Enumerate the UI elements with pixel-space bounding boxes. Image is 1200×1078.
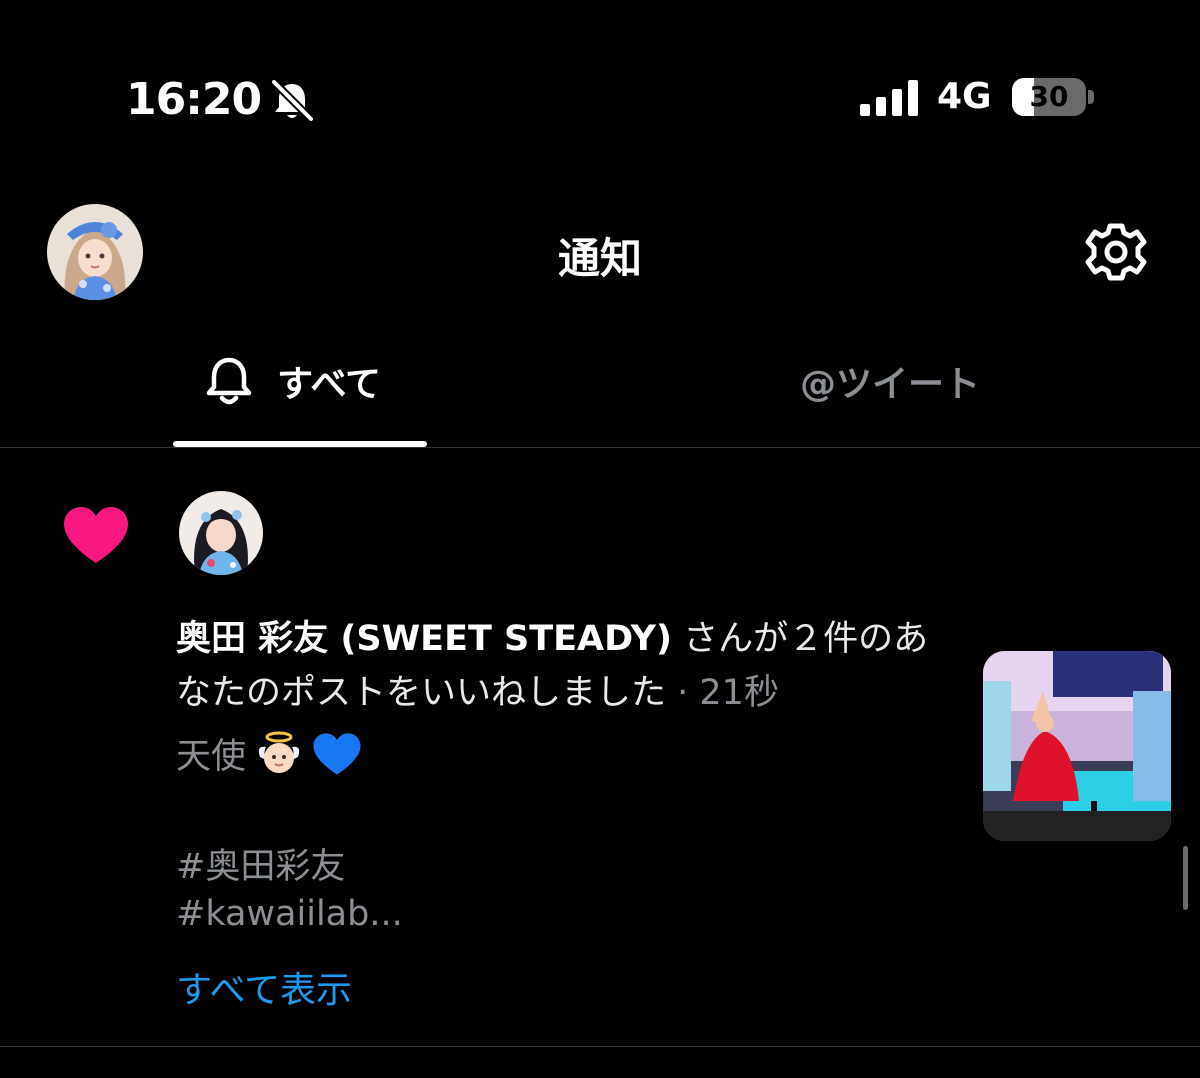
battery-indicator: 30 [1012,78,1086,116]
post-preview-text[interactable]: 天使 [176,728,362,779]
tab-all[interactable]: すべて [203,355,433,407]
angel-emoji [258,731,300,773]
gear-icon[interactable] [1082,218,1150,286]
network-type: 4G [937,76,992,117]
blue-heart-emoji [313,732,361,775]
tab-mentions[interactable]: @ツイート [800,355,980,407]
bell-slash-icon [271,79,314,122]
timestamp: 21秒 [699,673,779,713]
heart-icon [64,507,128,563]
show-all-link[interactable]: すべて表示 [176,961,352,1013]
divider [0,1046,1200,1047]
notification-text: 奥田 彩友 (SWEET STEADY) さんが２件のあなたのポストをいいねしま… [176,612,936,720]
actor-avatar[interactable] [179,491,263,575]
tab-all-label: すべて [277,364,382,405]
hashtag[interactable]: #奥田彩友 [176,838,345,889]
signal-icon [860,80,918,116]
thumbnail-photo [983,651,1171,841]
post-text: 天使 [176,737,247,777]
divider [0,447,1200,448]
page-title: 通知 [557,234,642,283]
scrollbar[interactable] [1183,846,1188,910]
hashtag[interactable]: #kawaiilab... [176,894,403,934]
status-time: 16:20 [126,74,262,125]
actor-avatar-photo [179,491,263,575]
battery-tip [1088,90,1094,104]
battery-percent: 30 [1029,80,1069,113]
post-thumbnail[interactable] [983,651,1171,841]
actor-name[interactable]: 奥田 彩友 (SWEET STEADY) [176,619,672,659]
bell-icon [206,357,252,405]
separator-dot: · [666,673,700,713]
